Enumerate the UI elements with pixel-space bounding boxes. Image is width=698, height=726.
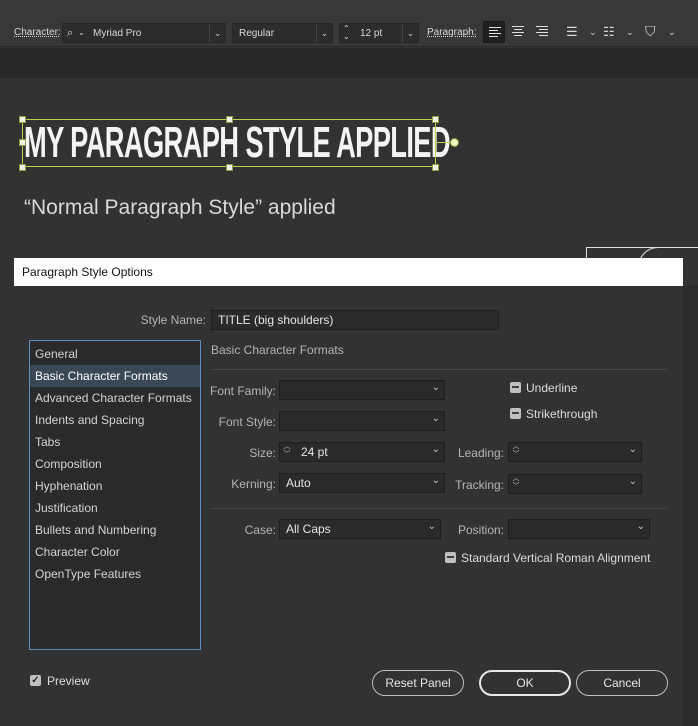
preview-checkbox[interactable]: ✓ [30, 675, 41, 686]
category-indents-and-spacing[interactable]: Indents and Spacing [30, 409, 200, 431]
artboard-canvas [0, 78, 698, 258]
tracking-label: Tracking: [455, 478, 504, 492]
control-bar: Character: ⌕ ⌄ Myriad Pro ⌄ Regular ⌄ ⌃ ⌄… [0, 0, 698, 47]
case-value: All Caps [286, 522, 331, 536]
selection-handle[interactable] [19, 116, 26, 123]
category-list[interactable]: General Basic Character Formats Advanced… [29, 340, 201, 650]
font-family-dropdown[interactable]: ⌄ [279, 380, 445, 400]
category-hyphenation[interactable]: Hyphenation [30, 475, 200, 497]
chevron-down-icon: ⌄ [628, 476, 637, 487]
reset-panel-button[interactable]: Reset Panel [372, 670, 464, 696]
divider [211, 369, 667, 370]
selection-handle[interactable] [226, 116, 233, 123]
category-tabs[interactable]: Tabs [30, 431, 200, 453]
case-label: Case: [244, 523, 276, 537]
tracking-field[interactable]: ︿ ﹀ ⌄ [508, 474, 642, 494]
chevron-down-icon: ⌄ [628, 444, 637, 455]
align-center-button[interactable] [507, 21, 529, 43]
position-label: Position: [457, 523, 504, 537]
selection-handle[interactable] [432, 116, 439, 123]
underline-checkbox[interactable] [510, 382, 521, 393]
dialog-title-bar[interactable]: Paragraph Style Options [14, 258, 683, 286]
standard-vertical-roman-checkbox[interactable] [445, 552, 456, 563]
chevron-down-icon: ⌄ [431, 413, 440, 424]
strikethrough-checkbox[interactable] [510, 408, 521, 419]
stepper-icon[interactable]: ︿ ﹀ [511, 443, 521, 459]
chevron-down-icon[interactable]: ⌄ [668, 25, 676, 39]
standard-vertical-roman-label: Standard Vertical Roman Alignment [461, 551, 651, 565]
chevron-down-icon[interactable]: ⌄ [626, 25, 634, 39]
chevron-down-icon: ⌄ [78, 28, 85, 37]
font-size-value: 12 pt [360, 28, 383, 39]
chevron-down-icon[interactable]: ⌄ [589, 25, 597, 39]
chevron-down-icon: ⌄ [636, 521, 645, 532]
selection-handle[interactable] [19, 139, 26, 146]
category-advanced-character-formats[interactable]: Advanced Character Formats [30, 387, 200, 409]
style-name-label: Style Name: [140, 313, 206, 327]
document-tab-strip [0, 48, 698, 78]
leading-field[interactable]: ︿ ﹀ ⌄ [508, 442, 642, 462]
text-out-port[interactable] [450, 138, 459, 147]
dialog-shadow [683, 286, 698, 726]
numbered-list-icon[interactable]: ☷ [603, 25, 615, 39]
cancel-button[interactable]: Cancel [576, 670, 668, 696]
font-size-field[interactable]: ⌃ ⌄ 12 pt ⌄ [339, 23, 419, 43]
divider [211, 508, 667, 509]
font-family-value: Myriad Pro [93, 28, 142, 39]
category-justification[interactable]: Justification [30, 497, 200, 519]
case-dropdown[interactable]: All Caps ⌄ [279, 519, 441, 539]
strikethrough-label: Strikethrough [526, 407, 598, 421]
selection-bounding-box [22, 119, 436, 167]
selection-handle[interactable] [226, 164, 233, 171]
chevron-down-icon: ⌄ [209, 24, 225, 42]
envelope-warp-icon[interactable]: ⛉ [645, 24, 656, 38]
stepper-icon[interactable]: ⌃ ⌄ [343, 25, 350, 41]
selection-handle[interactable] [432, 164, 439, 171]
category-general[interactable]: General [30, 343, 200, 365]
kerning-label: Kerning: [231, 477, 276, 491]
font-family-dropdown[interactable]: ⌕ ⌄ Myriad Pro ⌄ [62, 23, 226, 43]
chevron-down-icon: ⌄ [402, 24, 418, 42]
category-composition[interactable]: Composition [30, 453, 200, 475]
style-name-value: TITLE (big shoulders) [218, 313, 334, 327]
ok-button[interactable]: OK [479, 670, 571, 696]
size-field[interactable]: ︿ ﹀ 24 pt ⌄ [279, 442, 445, 462]
font-family-label: Font Family: [209, 384, 276, 398]
font-style-value: Regular [239, 28, 275, 39]
chevron-down-icon: ⌄ [431, 444, 440, 455]
text-port-line [437, 142, 451, 143]
position-dropdown[interactable]: ⌄ [508, 519, 650, 539]
font-style-dropdown[interactable]: Regular ⌄ [232, 23, 333, 43]
normal-text-frame[interactable]: “Normal Paragraph Style” applied [24, 196, 336, 220]
character-panel-link[interactable]: Character: [14, 27, 61, 38]
section-title: Basic Character Formats [211, 343, 344, 357]
bullet-list-icon[interactable]: ☰ [566, 25, 578, 39]
paragraph-panel-link[interactable]: Paragraph: [427, 27, 476, 38]
kerning-value: Auto [286, 476, 311, 490]
style-name-input[interactable]: TITLE (big shoulders) [211, 310, 499, 330]
stepper-icon[interactable]: ︿ ﹀ [282, 443, 292, 459]
chevron-down-icon: ⌄ [316, 24, 332, 42]
illustrator-window: Character: ⌕ ⌄ Myriad Pro ⌄ Regular ⌄ ⌃ ⌄… [0, 0, 698, 726]
leading-label: Leading: [457, 446, 504, 460]
font-style-dropdown[interactable]: ⌄ [279, 411, 445, 431]
size-label: Size: [249, 446, 276, 460]
category-character-color[interactable]: Character Color [30, 541, 200, 563]
chevron-down-icon: ⌄ [431, 382, 440, 393]
preview-label: Preview [47, 674, 90, 688]
align-right-button[interactable] [531, 21, 553, 43]
selection-handle[interactable] [19, 164, 26, 171]
category-opentype-features[interactable]: OpenType Features [30, 563, 200, 585]
chevron-down-icon: ⌄ [431, 475, 440, 486]
align-left-button[interactable] [483, 21, 505, 43]
font-style-label: Font Style: [218, 415, 276, 429]
stepper-icon[interactable]: ︿ ﹀ [511, 475, 521, 491]
category-bullets-and-numbering[interactable]: Bullets and Numbering [30, 519, 200, 541]
chevron-down-icon: ⌄ [427, 521, 436, 532]
size-value: 24 pt [301, 445, 328, 459]
category-basic-character-formats[interactable]: Basic Character Formats [30, 365, 200, 387]
kerning-dropdown[interactable]: Auto ⌄ [279, 473, 445, 493]
search-icon: ⌕ [67, 27, 74, 39]
underline-label: Underline [526, 381, 578, 395]
